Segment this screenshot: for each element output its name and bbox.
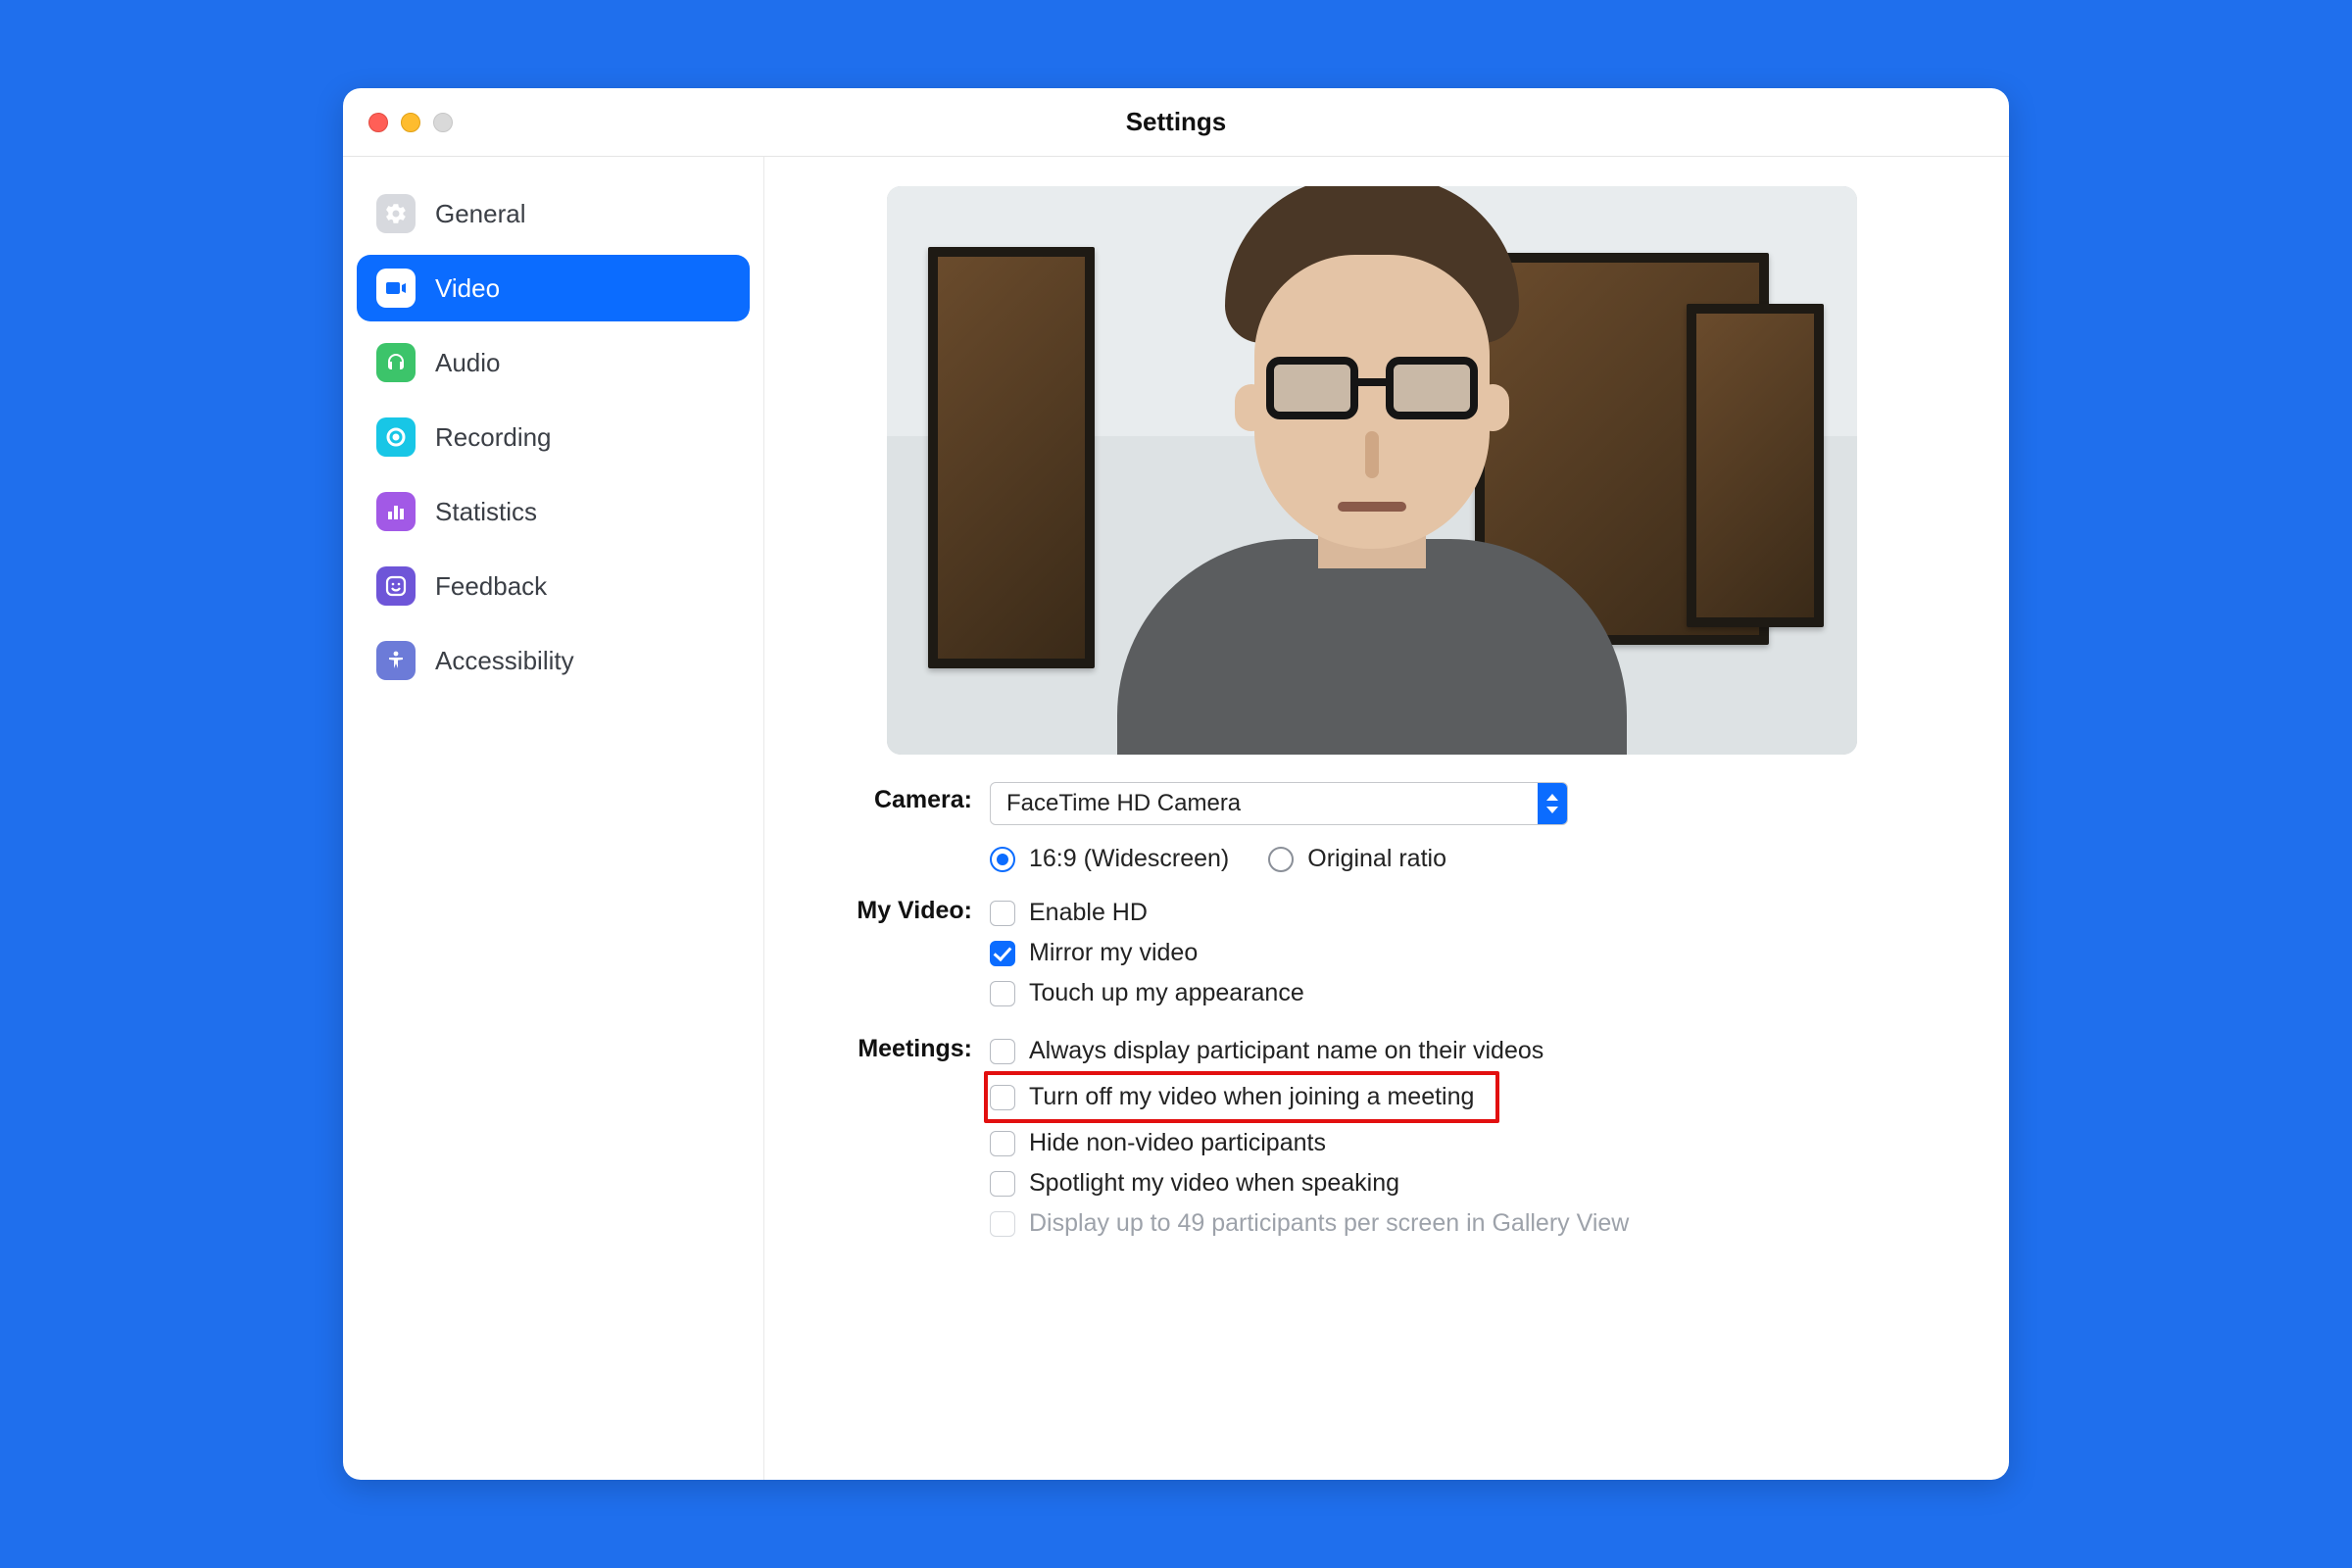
window-body: General Video Audio Recording (343, 157, 2009, 1480)
window-title: Settings (343, 107, 2009, 137)
sidebar-item-label: Recording (435, 422, 552, 453)
checkbox-icon (990, 1131, 1015, 1156)
close-window-button[interactable] (368, 113, 388, 132)
radio-icon (990, 847, 1015, 872)
settings-window: Settings General Video Audio (343, 88, 2009, 1480)
checkbox-label: Display up to 49 participants per screen… (1029, 1209, 1629, 1238)
titlebar: Settings (343, 88, 2009, 157)
gear-icon (376, 194, 416, 233)
checkbox-icon (990, 1171, 1015, 1197)
smile-icon (376, 566, 416, 606)
sidebar-item-accessibility[interactable]: Accessibility (357, 627, 750, 694)
sidebar-item-statistics[interactable]: Statistics (357, 478, 750, 545)
video-preview (887, 186, 1857, 755)
radio-label: Original ratio (1307, 845, 1446, 873)
checkbox-icon (990, 941, 1015, 966)
video-icon (376, 269, 416, 308)
checkbox-spotlight-speaking[interactable]: Spotlight my video when speaking (990, 1163, 1940, 1203)
checkbox-label: Touch up my appearance (1029, 979, 1304, 1007)
checkbox-turn-off-video-join[interactable]: Turn off my video when joining a meeting (990, 1077, 1474, 1117)
camera-select[interactable]: FaceTime HD Camera (990, 782, 1568, 825)
highlighted-option: Turn off my video when joining a meeting (984, 1071, 1499, 1123)
checkbox-label: Spotlight my video when speaking (1029, 1169, 1399, 1198)
sidebar-item-video[interactable]: Video (357, 255, 750, 321)
checkbox-label: Mirror my video (1029, 939, 1198, 967)
checkbox-icon (990, 1085, 1015, 1110)
checkbox-enable-hd[interactable]: Enable HD (990, 893, 1940, 933)
radio-icon (1268, 847, 1294, 872)
person-icon (376, 641, 416, 680)
sidebar-item-label: General (435, 199, 526, 229)
my-video-label: My Video: (804, 893, 990, 1013)
checkbox-touch-up[interactable]: Touch up my appearance (990, 973, 1940, 1013)
checkbox-icon (990, 1039, 1015, 1064)
camera-select-value: FaceTime HD Camera (1006, 790, 1538, 817)
sidebar: General Video Audio Recording (343, 157, 764, 1480)
checkbox-mirror-video[interactable]: Mirror my video (990, 933, 1940, 973)
checkbox-icon (990, 1211, 1015, 1237)
settings-content: Camera: FaceTime HD Camera 16:9 (Widescr… (764, 157, 2009, 1480)
checkbox-label: Enable HD (1029, 899, 1148, 927)
checkbox-label: Hide non-video participants (1029, 1129, 1326, 1157)
sidebar-item-label: Statistics (435, 497, 537, 527)
camera-label: Camera: (804, 782, 990, 879)
minimize-window-button[interactable] (401, 113, 420, 132)
radio-original-ratio[interactable]: Original ratio (1268, 839, 1446, 879)
radio-widescreen[interactable]: 16:9 (Widescreen) (990, 839, 1229, 879)
sidebar-item-recording[interactable]: Recording (357, 404, 750, 470)
sidebar-item-label: Audio (435, 348, 501, 378)
checkbox-icon (990, 981, 1015, 1006)
updown-icon (1538, 783, 1567, 824)
checkbox-label: Always display participant name on their… (1029, 1037, 1544, 1065)
checkbox-always-display-name[interactable]: Always display participant name on their… (990, 1031, 1940, 1071)
checkbox-display-49: Display up to 49 participants per screen… (990, 1203, 1940, 1244)
headphones-icon (376, 343, 416, 382)
sidebar-item-general[interactable]: General (357, 180, 750, 247)
window-controls (343, 113, 453, 132)
zoom-window-button[interactable] (433, 113, 453, 132)
sidebar-item-label: Video (435, 273, 500, 304)
meetings-label: Meetings: (804, 1031, 990, 1244)
sidebar-item-label: Accessibility (435, 646, 574, 676)
checkbox-hide-non-video[interactable]: Hide non-video participants (990, 1123, 1940, 1163)
sidebar-item-feedback[interactable]: Feedback (357, 553, 750, 619)
radio-label: 16:9 (Widescreen) (1029, 845, 1229, 873)
sidebar-item-audio[interactable]: Audio (357, 329, 750, 396)
record-icon (376, 417, 416, 457)
checkbox-label: Turn off my video when joining a meeting (1029, 1083, 1474, 1111)
bar-chart-icon (376, 492, 416, 531)
sidebar-item-label: Feedback (435, 571, 547, 602)
checkbox-icon (990, 901, 1015, 926)
